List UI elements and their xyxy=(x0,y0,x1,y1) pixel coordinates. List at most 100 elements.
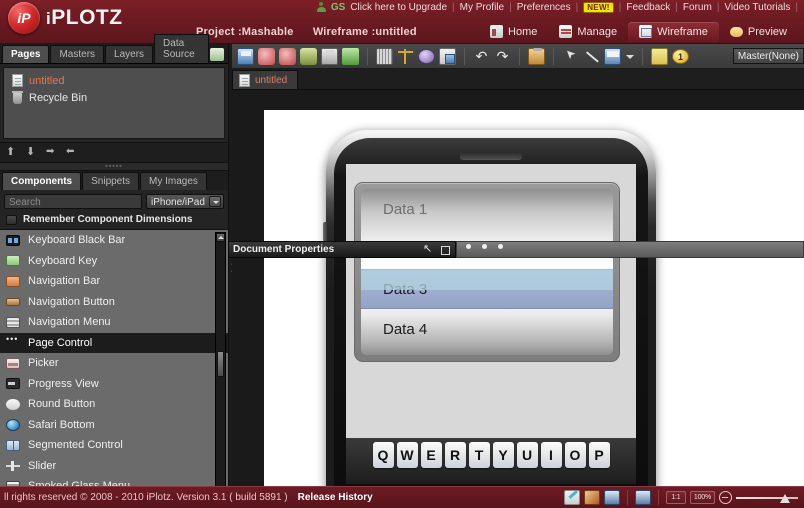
master-select[interactable]: Master(None) xyxy=(733,48,804,64)
link-feedback[interactable]: Feedback xyxy=(626,2,670,13)
search-input[interactable]: Search xyxy=(4,194,142,209)
picker-component[interactable]: Data 1 Data 2 Data 3 Data 4 xyxy=(354,182,620,362)
clipboard-icon[interactable] xyxy=(528,48,545,65)
tab-pages[interactable]: Pages xyxy=(2,45,49,63)
iphone-mockup[interactable]: Data 1 Data 2 Data 3 Data 4 Q W E xyxy=(326,130,656,486)
indent-right-icon[interactable] xyxy=(46,147,59,159)
nav-manage[interactable]: Manage xyxy=(548,22,628,42)
redo-icon[interactable]: ↷ xyxy=(494,48,511,65)
save-icon[interactable] xyxy=(237,48,254,65)
component-navigation-menu[interactable]: Navigation Menu xyxy=(0,312,228,333)
link-forum[interactable]: Forum xyxy=(683,2,712,13)
account-initials[interactable]: GS xyxy=(331,2,345,13)
panel-splitter[interactable]: ▪▪▪▪▪ xyxy=(0,162,228,171)
notes-icon[interactable] xyxy=(439,48,456,65)
page-item-recycle-bin[interactable]: Recycle Bin xyxy=(4,89,224,106)
tab-my-images[interactable]: My Images xyxy=(140,172,207,190)
scroll-up-icon[interactable] xyxy=(216,233,225,242)
export-tool-icon[interactable] xyxy=(635,490,651,505)
pin-icon[interactable] xyxy=(422,244,435,256)
component-progress-view[interactable]: Progress View xyxy=(0,374,228,395)
component-segmented-control[interactable]: Segmented Control xyxy=(0,435,228,456)
open-icon[interactable] xyxy=(258,48,275,65)
link-my-profile[interactable]: My Profile xyxy=(460,2,504,13)
line-tool-icon[interactable] xyxy=(583,48,600,65)
component-round-button[interactable]: Round Button xyxy=(0,394,228,415)
component-navigation-button[interactable]: Navigation Button xyxy=(0,292,228,313)
key-p[interactable]: P xyxy=(589,442,610,468)
component-slider[interactable]: Slider xyxy=(0,456,228,477)
share-users-icon[interactable] xyxy=(300,48,317,65)
undo-icon[interactable]: ↶ xyxy=(473,48,490,65)
tab-data-source[interactable]: Data Source xyxy=(154,34,209,63)
key-o[interactable]: O xyxy=(565,442,586,468)
document-properties-panel[interactable]: Document Properties xyxy=(228,241,456,258)
component-picker[interactable]: Picker xyxy=(0,353,228,374)
page-tab-untitled[interactable]: untitled xyxy=(232,70,298,89)
link-preferences[interactable]: Preferences xyxy=(517,2,571,13)
key-e[interactable]: E xyxy=(421,442,442,468)
keyboard-component[interactable]: Q W E R T Y U I O P xyxy=(346,438,636,484)
app-logo[interactable]: iP iPLOTZ xyxy=(8,2,123,34)
select-tool-icon[interactable] xyxy=(562,48,579,65)
canvas-page[interactable]: Data 1 Data 2 Data 3 Data 4 Q W E xyxy=(264,110,804,486)
zoom-slider-knob[interactable] xyxy=(780,494,790,503)
guides-icon[interactable] xyxy=(397,48,414,65)
indent-left-icon[interactable] xyxy=(66,147,79,159)
component-page-control[interactable]: Page Control xyxy=(0,333,228,354)
shape-tool-icon[interactable] xyxy=(604,48,621,65)
nav-home[interactable]: Home xyxy=(479,22,548,42)
move-up-icon[interactable] xyxy=(6,147,19,159)
key-t[interactable]: T xyxy=(469,442,490,468)
picker-wheel[interactable]: Data 1 Data 2 Data 3 Data 4 xyxy=(361,189,613,355)
zoom-actual-size-button[interactable]: 1:1 xyxy=(666,491,686,504)
key-u[interactable]: U xyxy=(517,442,538,468)
pencil-tool-icon[interactable] xyxy=(564,490,580,505)
shape-tool-chevron-down-icon[interactable] xyxy=(625,48,634,65)
open-alt-icon[interactable] xyxy=(279,48,296,65)
tab-layers[interactable]: Layers xyxy=(105,45,153,63)
screenshot-tool-icon[interactable] xyxy=(604,490,620,505)
annotation-icon[interactable]: 1 xyxy=(672,49,689,64)
key-w[interactable]: W xyxy=(397,442,418,468)
key-i[interactable]: I xyxy=(541,442,562,468)
print-icon[interactable] xyxy=(321,48,338,65)
zoom-slider[interactable] xyxy=(736,491,798,504)
nav-preview[interactable]: Preview xyxy=(719,23,798,42)
restore-icon[interactable] xyxy=(438,244,451,256)
tab-snippets[interactable]: Snippets xyxy=(82,172,139,190)
picker-row[interactable]: Data 1 xyxy=(361,189,613,229)
component-safari-bottom[interactable]: Safari Bottom xyxy=(0,415,228,436)
wireframe-canvas[interactable]: Data 1 Data 2 Data 3 Data 4 Q W E xyxy=(232,90,804,486)
link-video-tutorials[interactable]: Video Tutorials xyxy=(724,2,790,13)
tab-components[interactable]: Components xyxy=(2,172,81,190)
remember-dimensions-checkbox[interactable] xyxy=(6,215,17,225)
component-navigation-bar[interactable]: Navigation Bar xyxy=(0,271,228,292)
key-q[interactable]: Q xyxy=(373,442,394,468)
key-y[interactable]: Y xyxy=(493,442,514,468)
move-down-icon[interactable] xyxy=(26,147,39,159)
page-item-untitled[interactable]: untitled xyxy=(4,72,224,89)
link-upgrade[interactable]: Click here to Upgrade xyxy=(350,2,447,13)
add-page-icon[interactable] xyxy=(210,48,224,61)
history-icon[interactable] xyxy=(418,49,435,64)
components-scrollbar[interactable] xyxy=(215,232,226,496)
sticky-note-icon[interactable] xyxy=(651,48,668,65)
zoom-out-icon[interactable] xyxy=(719,491,732,504)
key-r[interactable]: R xyxy=(445,442,466,468)
nav-wireframe[interactable]: Wireframe xyxy=(628,22,719,42)
picker-row[interactable]: Data 4 xyxy=(361,309,613,349)
tab-masters[interactable]: Masters xyxy=(50,45,104,63)
zoom-fit-button[interactable]: 100% xyxy=(690,491,715,504)
remember-dimensions-row[interactable]: Remember Component Dimensions xyxy=(0,212,228,229)
component-keyboard-key[interactable]: Keyboard Key xyxy=(0,251,228,272)
chevron-down-icon[interactable] xyxy=(209,196,221,207)
image-tool-icon[interactable] xyxy=(584,490,600,505)
component-keyboard-black-bar[interactable]: Keyboard Black Bar xyxy=(0,230,228,251)
library-select[interactable]: iPhone/iPad xyxy=(146,194,224,209)
plugin-icon[interactable] xyxy=(342,48,359,65)
new-badge[interactable]: NEW! xyxy=(583,2,614,13)
grid-icon[interactable] xyxy=(376,48,393,65)
release-history-link[interactable]: Release History xyxy=(298,492,373,503)
scrollbar-thumb[interactable] xyxy=(217,351,224,377)
